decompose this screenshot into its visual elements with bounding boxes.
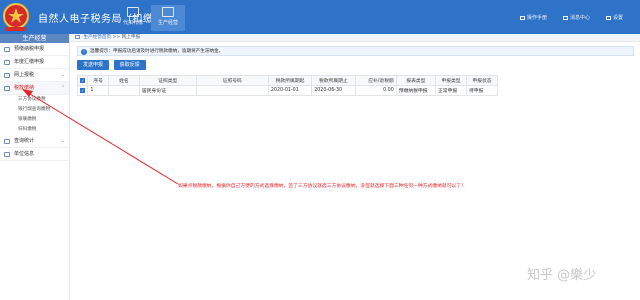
annotation-text: 如果点税款缴纳，根据你自己方便的方式选择缴纳，签了三方协议就选三方协议缴纳，没签… [178,184,466,189]
annotation-arrow [22,89,179,185]
watermark: 知乎 @樂少 [527,268,597,283]
